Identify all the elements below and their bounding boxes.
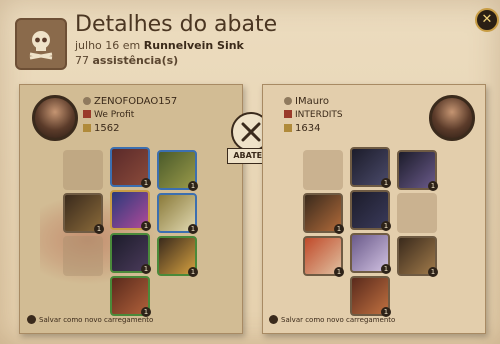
victim-fame: 1634 [284, 123, 320, 134]
slot-shoes-item[interactable]: 1 [110, 233, 151, 274]
slot-head-item[interactable]: 1 [110, 147, 151, 188]
victim-save-loadout[interactable]: Salvar como novo carregamento [269, 315, 395, 324]
slot-head-item[interactable]: 1 [350, 147, 391, 188]
killer-avatar[interactable] [32, 95, 78, 141]
victim-guild: INTERDITS [284, 110, 343, 120]
slot-armor-item[interactable]: 1 [350, 190, 391, 231]
slot-mainhand-item[interactable]: 1 [303, 193, 344, 234]
slot-potion-empty[interactable] [63, 236, 103, 276]
killer-name: ZENOFODAO157 [83, 96, 177, 107]
player-icon [284, 97, 292, 105]
slot-mount-item[interactable]: 1 [350, 276, 391, 317]
slot-armor-item[interactable]: 1 [110, 190, 151, 231]
page-title: Detalhes do abate [75, 12, 278, 37]
slot-offhand-empty[interactable] [397, 193, 437, 233]
killer-fame: 1562 [83, 123, 119, 134]
fame-icon [83, 124, 91, 132]
killer-guild: We Profit [83, 110, 134, 120]
save-icon [27, 315, 36, 324]
killer-save-loadout[interactable]: Salvar como novo carregamento [27, 315, 153, 324]
fame-icon [284, 124, 292, 132]
slot-potion-item[interactable]: 1 [303, 236, 344, 277]
slot-offhand-item[interactable]: 1 [157, 193, 198, 234]
victim-avatar[interactable] [429, 95, 475, 141]
kill-location: julho 16 em Runnelvein Sink [75, 39, 244, 52]
slot-food-item[interactable]: 1 [157, 236, 198, 277]
slot-food-item[interactable]: 1 [397, 236, 438, 277]
save-icon [269, 315, 278, 324]
player-icon [83, 97, 91, 105]
guild-icon [284, 110, 292, 118]
skull-icon [15, 18, 67, 70]
slot-cape-item[interactable]: 1 [397, 150, 438, 191]
slot-mainhand-item[interactable]: 1 [63, 193, 104, 234]
guild-icon [83, 110, 91, 118]
slot-cape-item[interactable]: 1 [157, 150, 198, 191]
slot-mount-item[interactable]: 1 [110, 276, 151, 317]
close-button[interactable]: ✕ [475, 8, 499, 32]
slot-bag-empty[interactable] [303, 150, 343, 190]
victim-name: IMauro [284, 96, 329, 107]
slot-bag-empty[interactable] [63, 150, 103, 190]
slot-shoes-item[interactable]: 1 [350, 233, 391, 274]
assists-count: 77 assistência(s) [75, 54, 179, 67]
